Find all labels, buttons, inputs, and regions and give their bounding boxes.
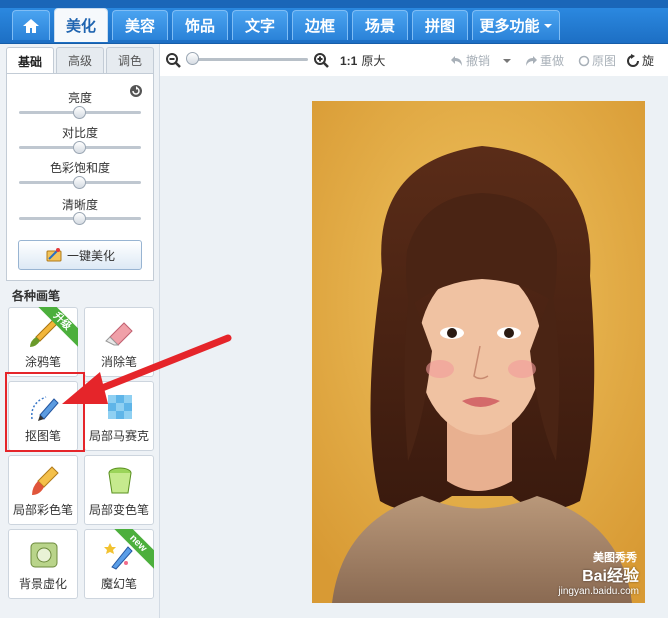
top-nav-bar: 美化 美容 饰品 文字 边框 场景 拼图 更多功能: [0, 0, 668, 44]
badge-text: new: [114, 529, 154, 569]
subtab-basic[interactable]: 基础: [6, 47, 54, 74]
tab-frame[interactable]: 边框: [292, 10, 348, 40]
saturation-slider-knob[interactable]: [73, 176, 86, 189]
brush-local-mosaic[interactable]: 局部马赛克: [84, 381, 154, 451]
tab-text[interactable]: 文字: [232, 10, 288, 40]
original-size-label: 原大: [361, 54, 386, 68]
color-brush-icon: [32, 466, 59, 495]
new-badge: new: [114, 529, 154, 569]
watermark-main: Bai经验: [582, 568, 639, 585]
brush-label: 消除笔: [100, 355, 137, 369]
undo-dropdown-icon[interactable]: [502, 57, 512, 65]
zoom-in-icon[interactable]: [313, 52, 329, 68]
tab-label: 饰品: [184, 18, 215, 35]
brush-label: 魔幻笔: [100, 577, 137, 591]
brightness-slider-knob[interactable]: [73, 106, 86, 119]
brush-local-color[interactable]: 局部彩色笔: [8, 455, 78, 525]
contrast-slider-knob[interactable]: [73, 141, 86, 154]
badge-text: 升级: [38, 307, 78, 347]
original-image-button[interactable]: 原图: [578, 52, 616, 69]
left-panel: 基础 高级 调色 亮度 对比度 色彩饱和度 清晰度 一键美化 各种画笔 升级 涂…: [0, 44, 160, 618]
watermark-url: jingyan.baidu.com: [558, 586, 639, 597]
brush-eraser[interactable]: 消除笔: [84, 307, 154, 377]
portrait-photo[interactable]: Bai经验 jingyan.baidu.com 美图秀秀: [312, 101, 645, 603]
rotate-label: 旋: [642, 54, 655, 68]
canvas-toolbar: 1:1 原大 撤销 重做 原图 旋: [160, 44, 668, 76]
brush-label: 涂鸦笔: [24, 355, 61, 369]
redo-label: 重做: [540, 54, 565, 68]
undo-icon: [451, 55, 462, 66]
brush-label: 局部马赛克: [88, 429, 149, 443]
brush-label: 局部彩色笔: [12, 503, 73, 517]
tab-label: 场景: [364, 18, 395, 35]
tab-face-beauty[interactable]: 美容: [112, 10, 168, 40]
original-image-label: 原图: [592, 54, 617, 68]
tab-label: 更多功能: [479, 18, 540, 35]
redo-button[interactable]: 重做: [524, 52, 564, 69]
tab-scene[interactable]: 场景: [352, 10, 408, 40]
subtab-label: 基础: [17, 54, 42, 69]
tab-more-features[interactable]: 更多功能: [472, 10, 560, 40]
brush-local-recolor[interactable]: 局部变色笔: [84, 455, 154, 525]
tab-beautify[interactable]: 美化: [54, 8, 108, 42]
redo-icon: [526, 55, 537, 66]
tab-label: 美化: [65, 18, 96, 35]
subtab-advanced[interactable]: 高级: [56, 47, 104, 73]
auto-beautify-button[interactable]: 一键美化: [18, 240, 142, 270]
portrait-image: [312, 101, 645, 603]
rotate-icon: [627, 53, 639, 67]
watermark-credit: 美图秀秀: [593, 552, 637, 564]
highlight-box: [5, 372, 85, 452]
auto-beautify-label: 一键美化: [66, 248, 115, 263]
magic-wand-icon: [46, 248, 62, 262]
home-button[interactable]: [12, 10, 50, 40]
title-strip: [0, 0, 668, 8]
tab-label: 拼图: [424, 18, 455, 35]
mosaic-icon: [108, 395, 132, 419]
tab-collage[interactable]: 拼图: [412, 10, 468, 40]
eraser-icon: [105, 322, 133, 346]
tab-label: 美容: [124, 18, 155, 35]
blur-background-icon: [30, 542, 58, 568]
zoom-out-icon[interactable]: [165, 52, 181, 68]
subtab-color-tone[interactable]: 调色: [106, 47, 154, 73]
zoom-slider[interactable]: [188, 58, 308, 61]
watermark: Bai经验 jingyan.baidu.com: [558, 562, 639, 597]
undo-button[interactable]: 撤销: [450, 52, 512, 69]
actual-size-button[interactable]: 1:1 原大: [340, 52, 385, 69]
app-window: 美化 美容 饰品 文字 边框 场景 拼图 更多功能 基础 高级 调色 亮度 对比…: [0, 0, 668, 618]
brush-label: 局部变色笔: [88, 503, 149, 517]
saturation-label: 色彩饱和度: [49, 161, 110, 175]
contrast-label: 对比度: [61, 126, 98, 140]
rotate-button[interactable]: 旋: [626, 52, 654, 69]
undo-label: 撤销: [466, 54, 491, 68]
zoom-slider-knob[interactable]: [186, 52, 199, 65]
subtab-label: 调色: [117, 54, 142, 68]
tab-accessories[interactable]: 饰品: [172, 10, 228, 40]
upgrade-badge: 升级: [38, 307, 78, 347]
dropdown-arrow-icon: [543, 23, 552, 28]
brush-magic[interactable]: new 魔幻笔: [84, 529, 154, 599]
brightness-label: 亮度: [67, 91, 92, 105]
recolor-bucket-icon: [108, 467, 132, 494]
brush-graffiti[interactable]: 升级 涂鸦笔: [8, 307, 78, 377]
basic-adjust-box: 亮度 对比度 色彩饱和度 清晰度 一键美化: [6, 73, 154, 281]
sharpness-label: 清晰度: [61, 198, 98, 212]
home-icon: [23, 18, 39, 33]
original-image-icon: [578, 55, 590, 66]
tab-label: 文字: [244, 18, 275, 35]
tab-label: 边框: [304, 18, 335, 35]
subtab-label: 高级: [67, 54, 92, 68]
brush-background-blur[interactable]: 背景虚化: [8, 529, 78, 599]
sharpness-slider-knob[interactable]: [73, 212, 86, 225]
brush-label: 背景虚化: [18, 577, 67, 591]
ratio-label: 1:1: [340, 53, 358, 68]
brush-section-title: 各种画笔: [12, 289, 61, 303]
